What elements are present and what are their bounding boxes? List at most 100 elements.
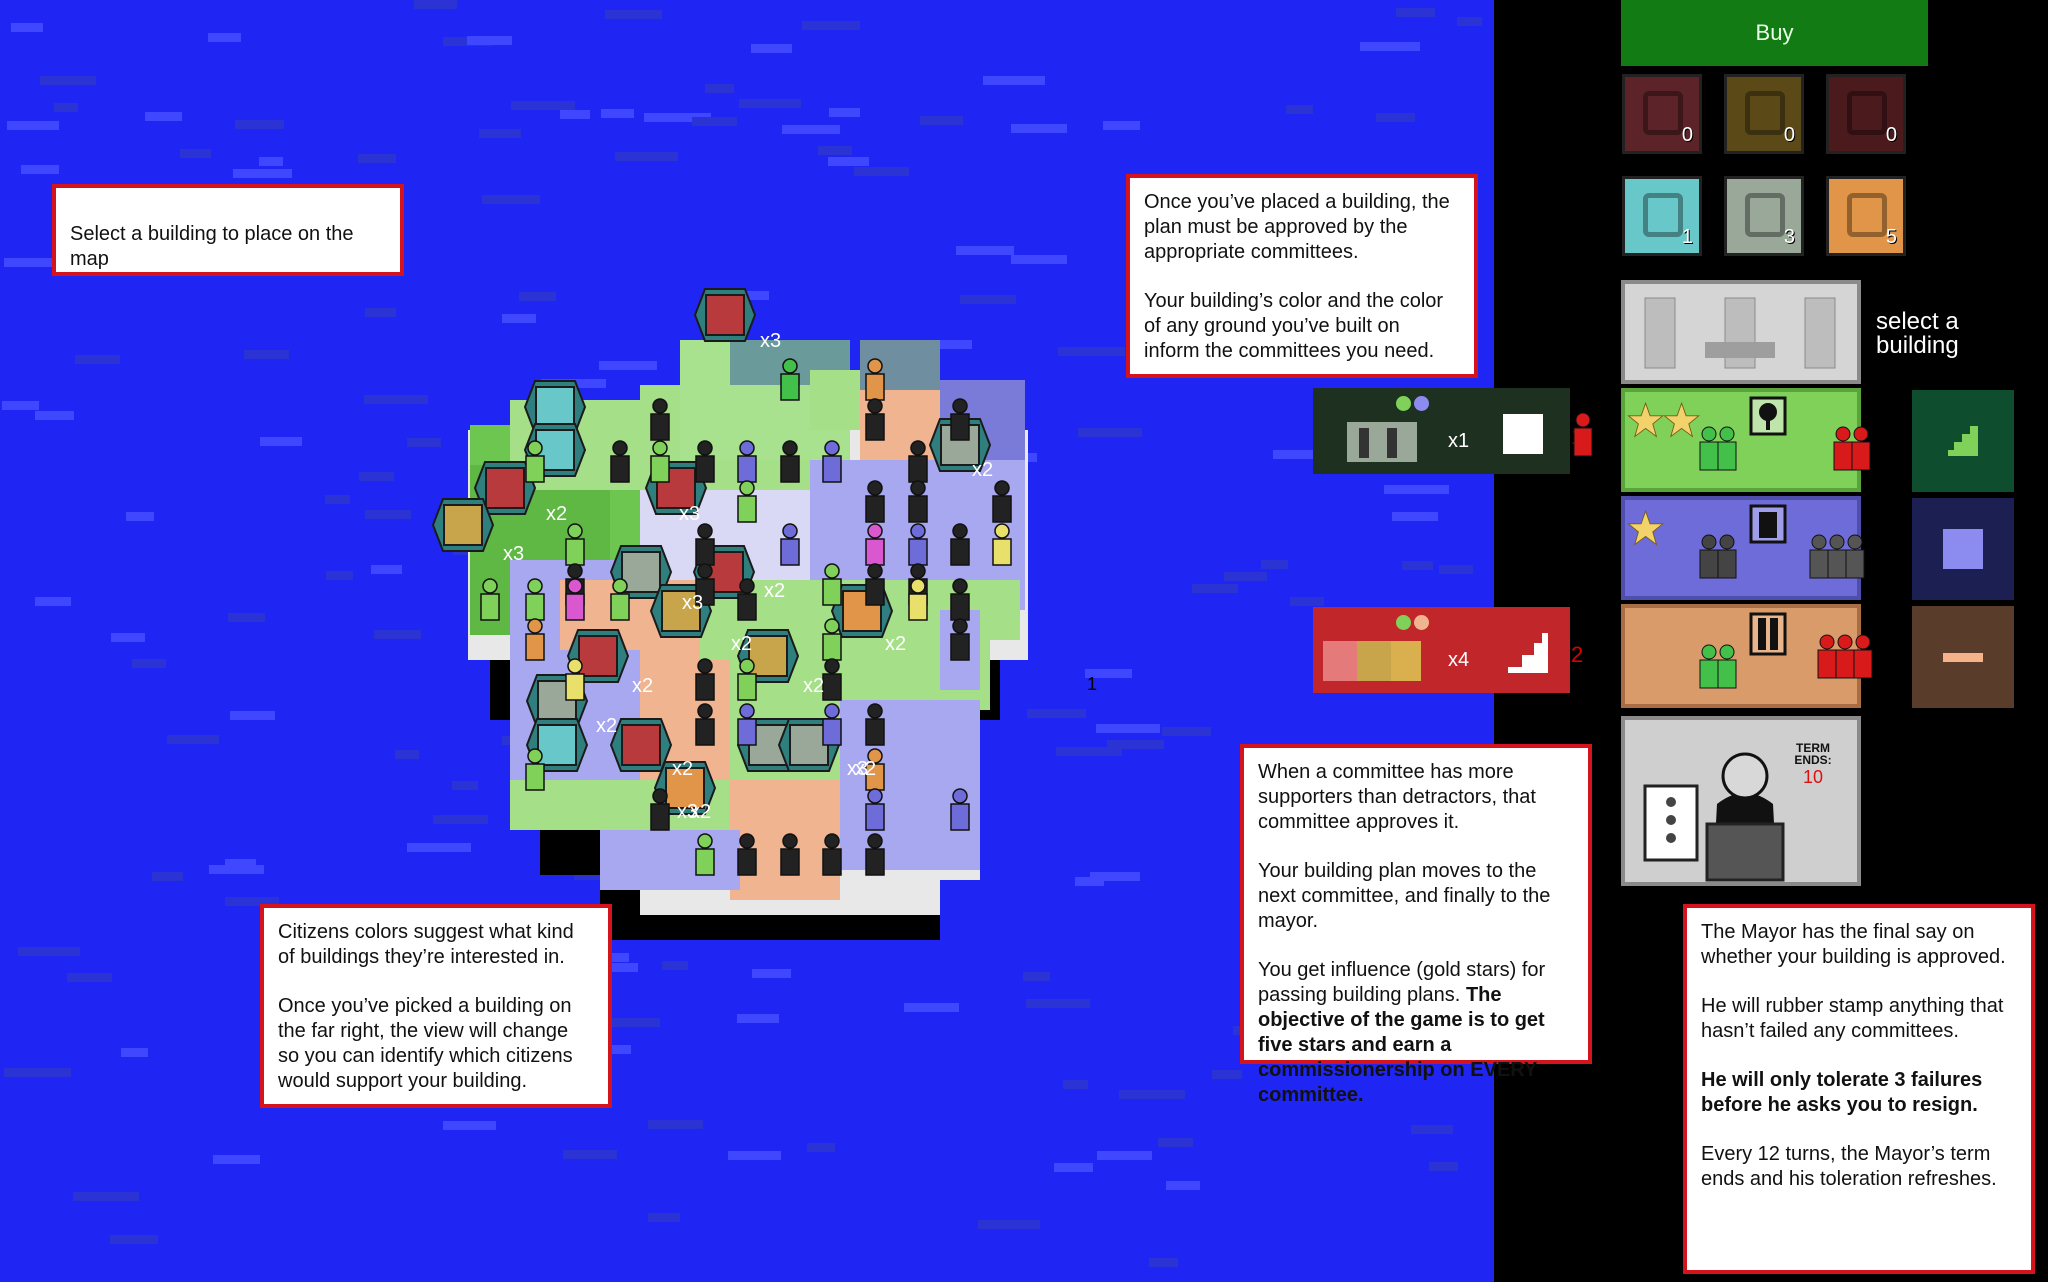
building-multiplier: x2	[672, 758, 693, 780]
committee-lane-green	[1621, 388, 1861, 492]
citizen-icon	[525, 440, 545, 483]
citizen-icon	[908, 440, 928, 483]
citizen-icon	[737, 658, 757, 701]
resource-tile[interactable]: 5	[1826, 176, 1906, 256]
committee-swatch-green[interactable]	[1912, 390, 2014, 492]
turn-arrow-icon	[1643, 193, 1683, 237]
resource-tile[interactable]: 0	[1826, 74, 1906, 154]
citizen-icon	[695, 703, 715, 746]
building-tile[interactable]	[693, 288, 757, 342]
citizen-icon	[822, 703, 842, 746]
tip-mayor-p3: He will only tolerate 3 failures before …	[1701, 1068, 2017, 1118]
citizen-icon	[992, 480, 1012, 523]
square-icon	[1943, 529, 1983, 569]
building-facade-icon	[1644, 297, 1836, 369]
stairs-icon	[1508, 633, 1548, 673]
building-plan-1[interactable]: x1	[1313, 388, 1570, 474]
citizen-icon	[865, 358, 885, 401]
mayor-card[interactable]: TERM ENDS: 10	[1621, 716, 1861, 886]
tip-citizens-p1: Citizens colors suggest what kind of bui…	[278, 921, 574, 968]
citizen-icon	[650, 398, 670, 441]
citizen-icon	[695, 523, 715, 566]
building-multiplier: x3	[847, 758, 868, 780]
tip-citizens-p2: Once you’ve picked a building on the far…	[278, 995, 573, 1092]
plan-index-2: 2	[1571, 642, 1584, 667]
citizen-icon	[525, 748, 545, 791]
citizen-icon	[695, 440, 715, 483]
committee-member-icon	[1716, 426, 1738, 477]
orange-dot-icon	[1414, 615, 1429, 630]
resource-tile[interactable]: 0	[1724, 74, 1804, 154]
building-multiplier: x3	[503, 543, 524, 565]
citizen-icon	[737, 703, 757, 746]
tip-committee-p3: You get influence (gold stars) for passi…	[1258, 958, 1574, 1108]
elevator-icon	[1749, 612, 1787, 656]
citizen-icon	[650, 440, 670, 483]
office-building-icon	[1749, 504, 1787, 544]
building-tile[interactable]	[431, 498, 495, 552]
building-multiplier: x3	[677, 801, 698, 823]
building-multiplier: x3	[679, 503, 700, 525]
tip-approval-p2: Your building’s color and the color of a…	[1144, 290, 1444, 362]
dash-icon	[1943, 653, 1983, 662]
citizen-icon	[737, 578, 757, 621]
stamp-icon	[1847, 193, 1887, 237]
committee-swatch-blue[interactable]	[1912, 498, 2014, 600]
committee-member-icon	[1852, 634, 1874, 685]
tip-mayor-warning: He will only tolerate 3 failures before …	[1701, 1069, 1983, 1116]
citizen-icon	[865, 833, 885, 876]
plan-multiplier: x1	[1448, 430, 1470, 452]
tip-mayor-p2: He will rubber stamp anything that hasn’…	[1701, 995, 2004, 1042]
committee-member-icon	[1716, 644, 1738, 695]
resource-count: 0	[1681, 124, 1693, 146]
fist-icon	[1745, 91, 1785, 135]
citizen-icon	[865, 703, 885, 746]
citizen-icon	[908, 480, 928, 523]
term-label-2: ENDS:	[1794, 753, 1832, 767]
citizen-icon	[865, 788, 885, 831]
tip-committee-p3-text: You get influence (gold stars) for passi…	[1258, 959, 1546, 1006]
citizen-icon	[822, 833, 842, 876]
citizen-icon	[950, 618, 970, 661]
tip-select-text: Select a building to place on the map	[70, 223, 354, 270]
building-multiplier: x2	[972, 459, 993, 481]
citizen-icon	[737, 480, 757, 523]
citizen-icon	[822, 440, 842, 483]
select-building-card[interactable]	[1621, 280, 1861, 384]
committee-swatch-orange[interactable]	[1912, 606, 2014, 708]
tip-committee: When a committee has more supporters tha…	[1240, 744, 1592, 1106]
building-multiplier: x3	[682, 592, 703, 614]
resource-count: 1	[1681, 226, 1693, 248]
building-multiplier: x2	[596, 715, 617, 737]
term-value: 10	[1802, 767, 1824, 787]
building-multiplier: x2	[731, 633, 752, 655]
tip-approval: Once you’ve placed a building, the plan …	[1126, 174, 1478, 378]
tree-portrait-icon	[1749, 396, 1787, 436]
tip-citizens: Citizens colors suggest what kind of bui…	[260, 904, 612, 1108]
green-dot-icon	[1396, 396, 1411, 411]
citizen-icon	[780, 523, 800, 566]
suit-person-icon	[1347, 422, 1417, 462]
no-sign-icon	[1847, 91, 1887, 135]
buy-button[interactable]: Buy	[1621, 0, 1928, 66]
citizen-icon	[865, 480, 885, 523]
resource-tile[interactable]: 3	[1724, 176, 1804, 256]
resource-tile[interactable]: 1	[1622, 176, 1702, 256]
building-plan-2[interactable]: x4	[1313, 607, 1570, 693]
committee-member-icon	[1844, 534, 1866, 585]
committee-member-icon	[1850, 426, 1872, 477]
committee-member-icon	[1716, 534, 1738, 585]
citizen-icon	[865, 398, 885, 441]
citizen-icon	[822, 618, 842, 661]
media-icon	[1643, 91, 1683, 135]
suit-person-icon	[1745, 193, 1785, 237]
building-multiplier: x2	[632, 675, 653, 697]
building-tile[interactable]	[609, 718, 673, 772]
resource-tile[interactable]: 0	[1622, 74, 1702, 154]
citizen-icon	[950, 523, 970, 566]
citizen-icon	[525, 578, 545, 621]
select-building-label: select a building	[1876, 308, 1959, 359]
citizen-icon	[480, 578, 500, 621]
resource-count: 3	[1783, 226, 1795, 248]
citizen-icon	[695, 833, 715, 876]
